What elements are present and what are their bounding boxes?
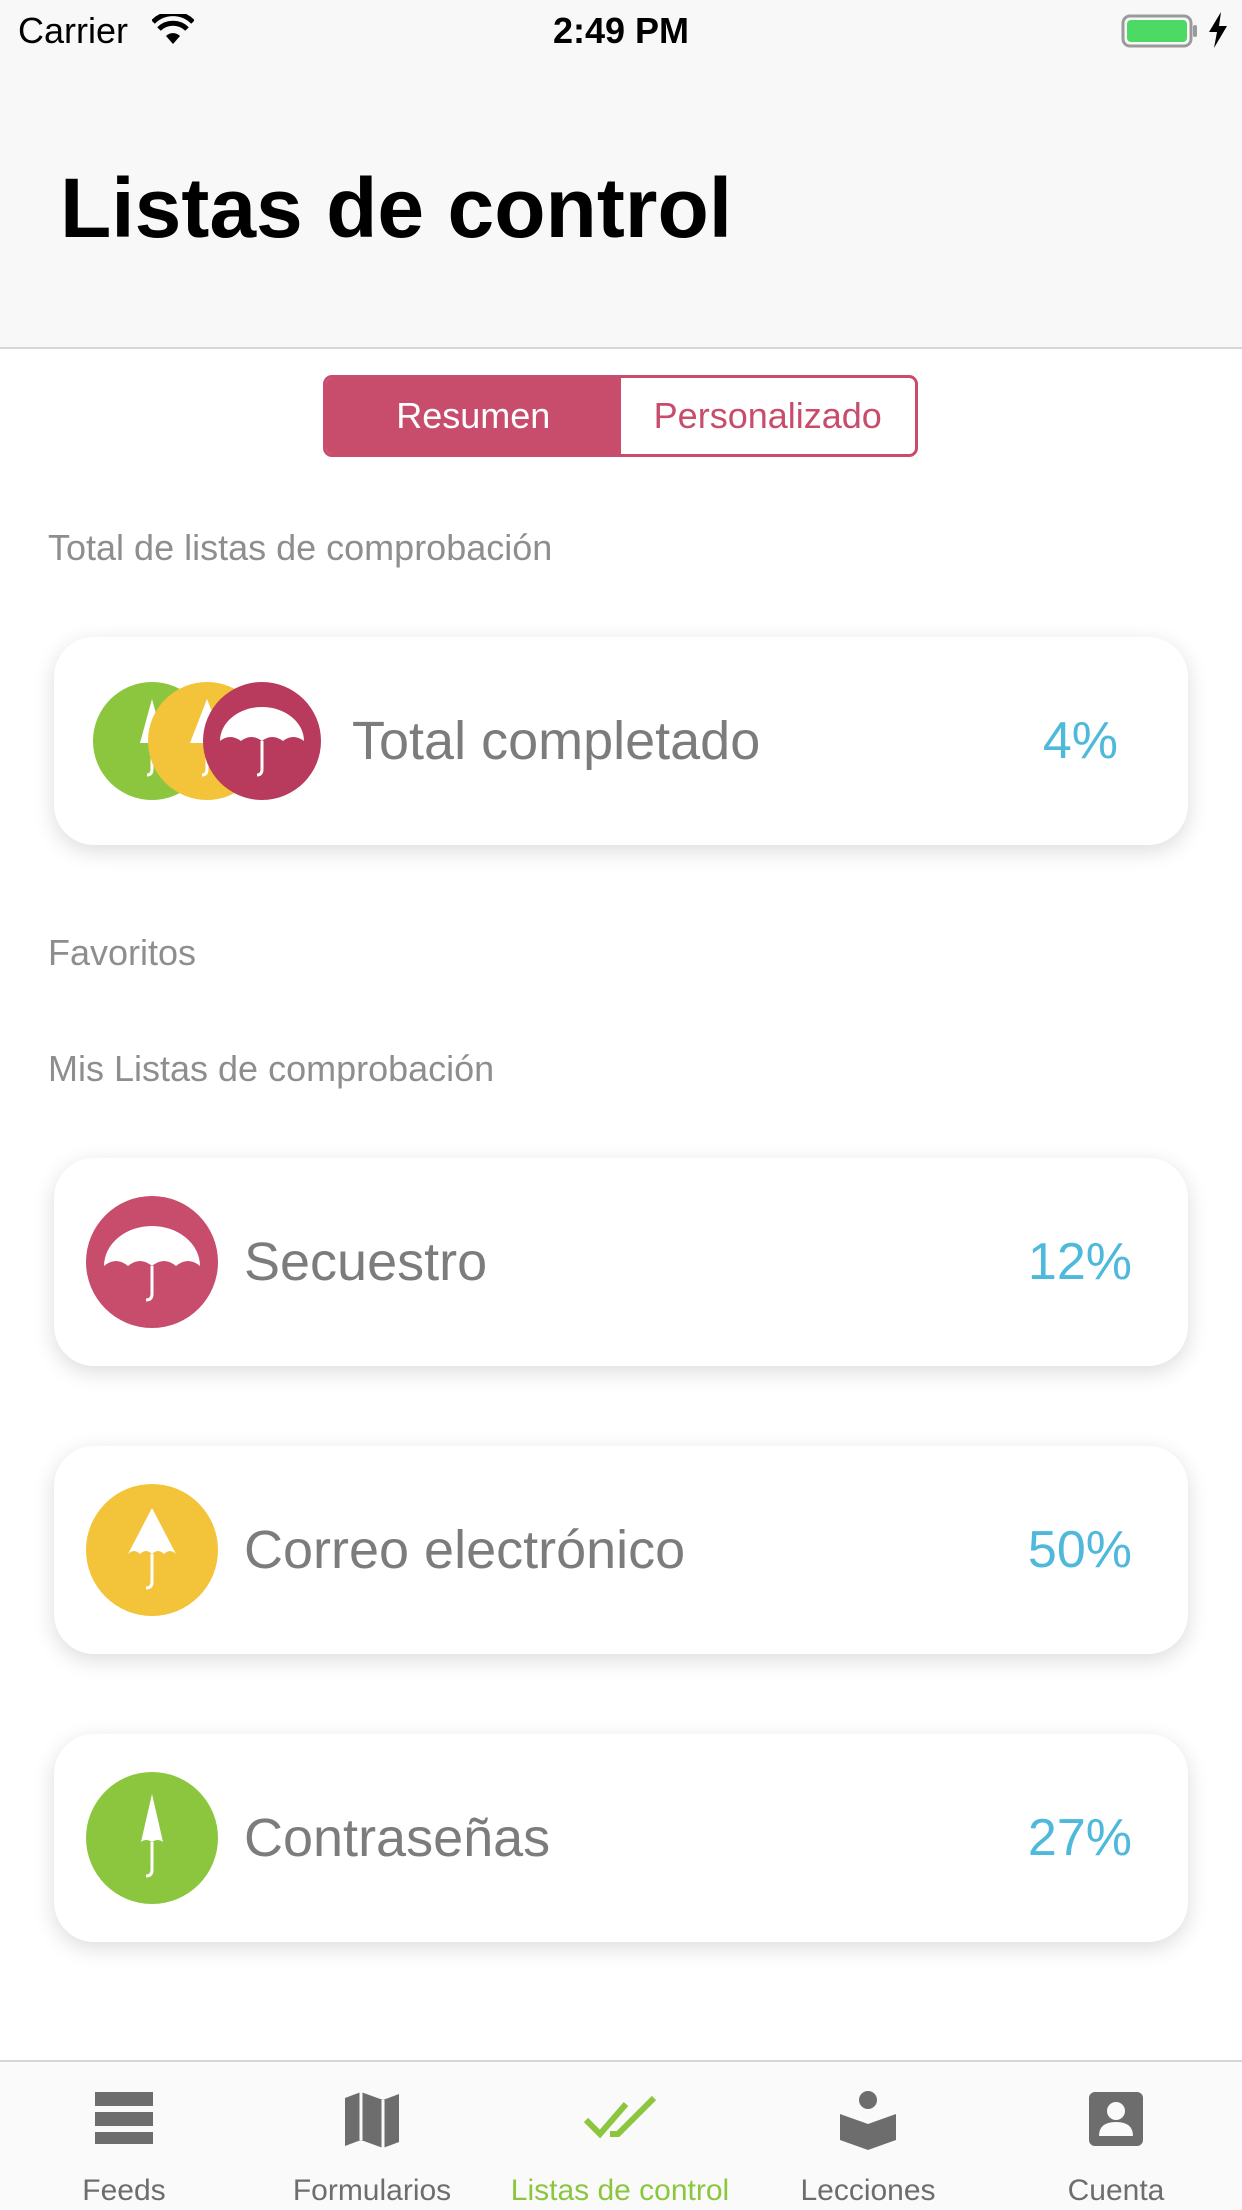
tab-label: Formularios <box>292 2174 452 2207</box>
tab-cuenta[interactable]: Cuenta <box>992 2062 1240 2210</box>
checklist-card-secuestro[interactable]: Secuestro 12% <box>54 1158 1188 1366</box>
book-reader-icon <box>840 2091 896 2150</box>
combined-umbrellas-icon <box>93 682 321 800</box>
feeds-icon <box>95 2092 153 2144</box>
section-label-my-lists: Mis Listas de comprobación <box>48 1048 495 1089</box>
section-label-favorites: Favoritos <box>48 932 197 973</box>
tab-formularios[interactable]: Formularios <box>248 2062 496 2210</box>
page-title: Listas de control <box>60 161 733 255</box>
umbrella-closed-icon <box>86 1772 218 1904</box>
checklist-label: Secuestro <box>244 1232 488 1292</box>
tab-listas-de-control[interactable]: Listas de control <box>496 2062 744 2210</box>
checklist-percent: 12% <box>1027 1233 1132 1291</box>
map-icon <box>345 2092 399 2148</box>
account-icon <box>1089 2092 1143 2146</box>
checklist-percent: 27% <box>1027 1809 1132 1867</box>
tab-label: Feeds <box>82 2174 166 2207</box>
umbrella-open-icon <box>86 1196 218 1328</box>
total-completed-label: Total completado <box>352 711 761 771</box>
checklist-card-correo[interactable]: Correo electrónico 50% <box>54 1446 1188 1654</box>
tab-label: Lecciones <box>800 2174 936 2207</box>
segment-personalizado[interactable]: Personalizado <box>621 378 916 454</box>
checklist-label: Contraseñas <box>244 1808 551 1868</box>
umbrella-half-icon <box>86 1484 218 1616</box>
checklist-card-contrasenas[interactable]: Contraseñas 27% <box>54 1734 1188 1942</box>
section-label-total: Total de listas de comprobación <box>48 527 553 568</box>
segmented-control: Resumen Personalizado <box>323 375 918 457</box>
clock: 2:49 PM <box>552 10 690 51</box>
total-completed-value: 4% <box>1042 712 1118 770</box>
tab-label: Listas de control <box>510 2174 730 2207</box>
double-check-icon <box>583 2095 657 2139</box>
tab-label: Cuenta <box>1067 2174 1165 2207</box>
segment-resumen[interactable]: Resumen <box>326 378 621 454</box>
status-bar: Carrier 2:49 PM <box>0 0 1242 62</box>
total-completed-card[interactable]: Total completado 4% <box>54 637 1188 845</box>
battery-icon <box>1121 14 1197 48</box>
checklist-percent: 50% <box>1027 1521 1132 1579</box>
tab-bar: Feeds Formularios Listas de control Lecc… <box>0 2060 1242 2210</box>
tab-feeds[interactable]: Feeds <box>0 2062 248 2210</box>
checklist-label: Correo electrónico <box>244 1520 686 1580</box>
tab-lecciones[interactable]: Lecciones <box>744 2062 992 2210</box>
charging-bolt-icon <box>1209 12 1227 48</box>
